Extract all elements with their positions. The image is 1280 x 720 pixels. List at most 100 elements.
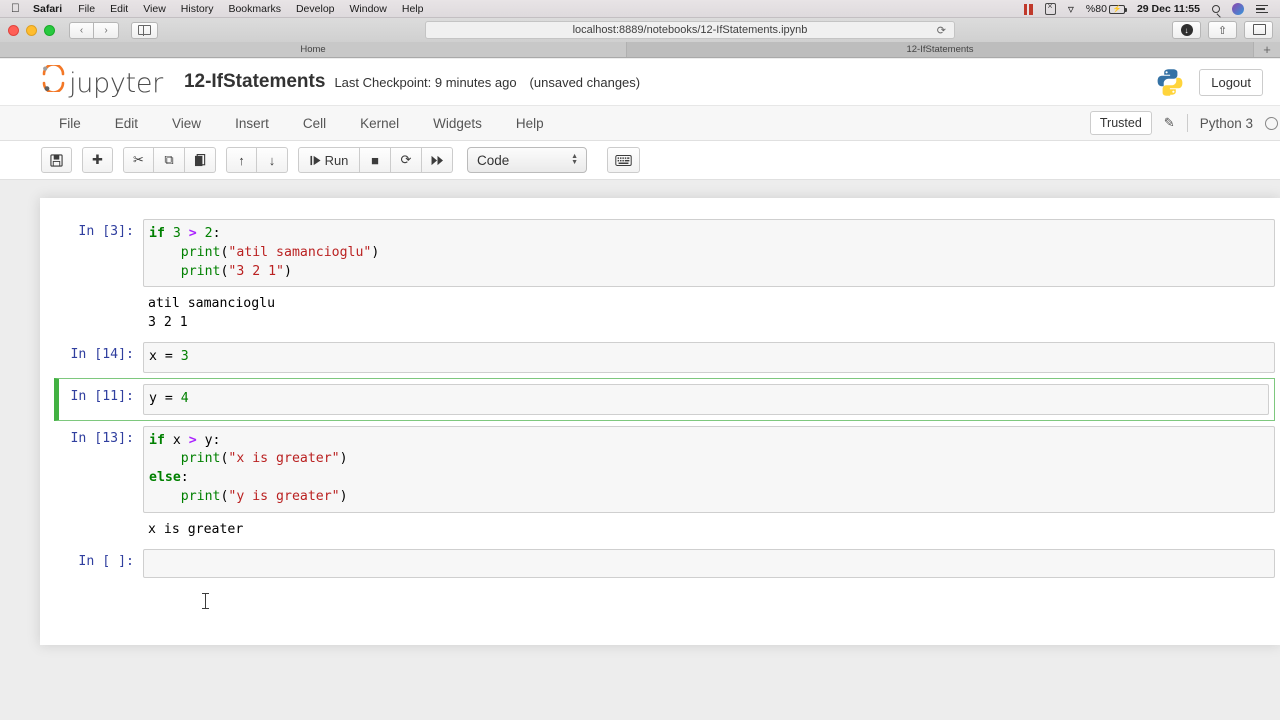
- jupyter-menu-cell[interactable]: Cell: [289, 116, 340, 131]
- kernel-name-label[interactable]: Python 3: [1200, 116, 1253, 131]
- share-button[interactable]: ⇧: [1208, 21, 1237, 39]
- battery-status[interactable]: %80 ⚡: [1086, 3, 1127, 15]
- cell-type-select[interactable]: Code ▲ ▼: [467, 147, 587, 173]
- menu-item-file[interactable]: File: [78, 3, 95, 15]
- cell-input-editor[interactable]: y = 4: [143, 383, 1269, 415]
- jupyter-menu-view[interactable]: View: [158, 116, 215, 131]
- apple-icon[interactable]: : [11, 2, 20, 14]
- recording-icon[interactable]: [1023, 3, 1033, 15]
- code-token: "atil samancioglu": [228, 244, 372, 260]
- sidebar-icon[interactable]: [131, 21, 158, 39]
- jupyter-menu-kernel[interactable]: Kernel: [346, 116, 413, 131]
- paste-cell-button[interactable]: [185, 147, 216, 173]
- jupyter-logo-icon: [41, 63, 66, 94]
- jupyter-logo[interactable]: jupyter: [41, 63, 163, 99]
- back-button[interactable]: ‹: [69, 21, 94, 39]
- jupyter-header: jupyter 12-IfStatements Last Checkpoint:…: [0, 59, 1280, 106]
- notebook-cell[interactable]: In [13]: if x > y: print("x is greater") e…: [40, 421, 1280, 518]
- code-line: y = 4: [149, 390, 1264, 409]
- cell-type-value: Code: [477, 152, 510, 168]
- menu-divider: [1186, 114, 1188, 132]
- notebook-name[interactable]: 12-IfStatements: [184, 71, 326, 93]
- notebook-cell[interactable]: In [14]: x = 3: [40, 337, 1280, 378]
- code-line: print("atil samancioglu"): [149, 244, 1270, 263]
- code-line: print("y is greater"): [149, 488, 1270, 507]
- safari-tab-bar: Home 12-IfStatements +: [0, 42, 1280, 58]
- copy-cell-button[interactable]: ⧉: [154, 147, 185, 173]
- tab-home[interactable]: Home: [0, 42, 627, 57]
- code-token: else: [149, 470, 181, 486]
- zoom-window-button[interactable]: [44, 24, 55, 36]
- new-tab-button[interactable]: +: [1254, 42, 1280, 57]
- code-token: if: [149, 226, 165, 241]
- datetime-label[interactable]: 29 Dec 11:55: [1137, 3, 1200, 15]
- menu-item-bookmarks[interactable]: Bookmarks: [228, 3, 281, 15]
- code-line: else:: [149, 469, 1270, 488]
- cell-input-editor[interactable]: x = 3: [143, 341, 1275, 373]
- spotlight-search-icon[interactable]: [1212, 5, 1220, 13]
- jupyter-menu-widgets[interactable]: Widgets: [419, 116, 496, 131]
- cell-input-editor[interactable]: if 3 > 2: print("atil samancioglu") prin…: [143, 219, 1275, 288]
- toolbar-group-insert: ✚: [82, 147, 113, 173]
- forward-button[interactable]: ›: [94, 21, 119, 39]
- cell-input-editor[interactable]: if x > y: print("x is greater") else: pri…: [143, 425, 1275, 513]
- menu-item-help[interactable]: Help: [402, 3, 424, 15]
- menu-item-edit[interactable]: Edit: [110, 3, 128, 15]
- move-cell-up-button[interactable]: ↑: [226, 147, 257, 173]
- menu-item-view[interactable]: View: [143, 3, 166, 15]
- code-token: ): [284, 263, 292, 279]
- notebook-cell[interactable]: In [11]: y = 4: [54, 377, 1275, 421]
- code-line: print("x is greater"): [149, 450, 1270, 469]
- toolbar-group-save: [41, 147, 72, 173]
- code-line: print("3 2 1"): [149, 263, 1270, 282]
- restart-kernel-button[interactable]: ⟳: [391, 147, 422, 173]
- move-cell-down-button[interactable]: ↓: [257, 147, 288, 173]
- code-token: ): [339, 488, 348, 504]
- command-palette-button[interactable]: [607, 147, 640, 173]
- notebook-cell[interactable]: In [ ]:: [40, 544, 1280, 583]
- jupyter-menu-edit[interactable]: Edit: [101, 116, 152, 131]
- reload-icon[interactable]: ⟳: [937, 24, 946, 37]
- code-token: 4: [180, 390, 189, 406]
- jupyter-menu-help[interactable]: Help: [502, 116, 558, 131]
- close-window-button[interactable]: [8, 24, 19, 36]
- wifi-icon[interactable]: ▿: [1068, 3, 1074, 15]
- jupyter-menu-insert[interactable]: Insert: [221, 116, 283, 131]
- shield-icon[interactable]: [1044, 1, 1056, 15]
- menu-item-window[interactable]: Window: [350, 3, 387, 15]
- logout-button[interactable]: Logout: [1199, 68, 1263, 96]
- cell-output: atil samancioglu 3 2 1: [148, 296, 276, 331]
- downloads-button[interactable]: ↓: [1172, 21, 1201, 39]
- show-all-tabs-button[interactable]: [1244, 21, 1273, 39]
- minimize-window-button[interactable]: [26, 24, 37, 36]
- pencil-icon[interactable]: ✎: [1164, 115, 1175, 131]
- notebook-cell[interactable]: In [3]: if 3 > 2: print("atil samancioglu…: [40, 214, 1280, 292]
- code-token: x: [164, 432, 189, 448]
- kernel-idle-circle-icon[interactable]: [1265, 116, 1278, 130]
- safari-toolbar-right: ↓ ⇧: [1172, 21, 1273, 39]
- run-cell-button[interactable]: Run: [298, 147, 360, 173]
- interrupt-kernel-button[interactable]: ■: [360, 147, 391, 173]
- cut-cell-button[interactable]: ✂: [123, 147, 154, 173]
- restart-run-all-button[interactable]: [422, 147, 453, 173]
- cell-input-editor[interactable]: [143, 548, 1275, 578]
- address-bar[interactable]: localhost:8889/notebooks/12-IfStatements…: [425, 21, 955, 39]
- menu-item-history[interactable]: History: [181, 3, 214, 15]
- tab-12-ifstatements[interactable]: 12-IfStatements: [627, 42, 1254, 57]
- jupyter-menu-file[interactable]: File: [45, 116, 95, 131]
- menu-item-develop[interactable]: Develop: [296, 3, 335, 15]
- control-center-icon[interactable]: [1256, 4, 1268, 14]
- save-button[interactable]: [41, 147, 72, 173]
- code-token: 2: [204, 226, 213, 241]
- code-token: 3: [172, 226, 181, 241]
- trusted-badge[interactable]: Trusted: [1089, 111, 1152, 135]
- siri-icon[interactable]: [1232, 3, 1244, 15]
- menu-item-safari[interactable]: Safari: [33, 3, 62, 15]
- insert-cell-below-button[interactable]: ✚: [82, 147, 113, 173]
- cell-prompt: In [11]:: [70, 388, 134, 404]
